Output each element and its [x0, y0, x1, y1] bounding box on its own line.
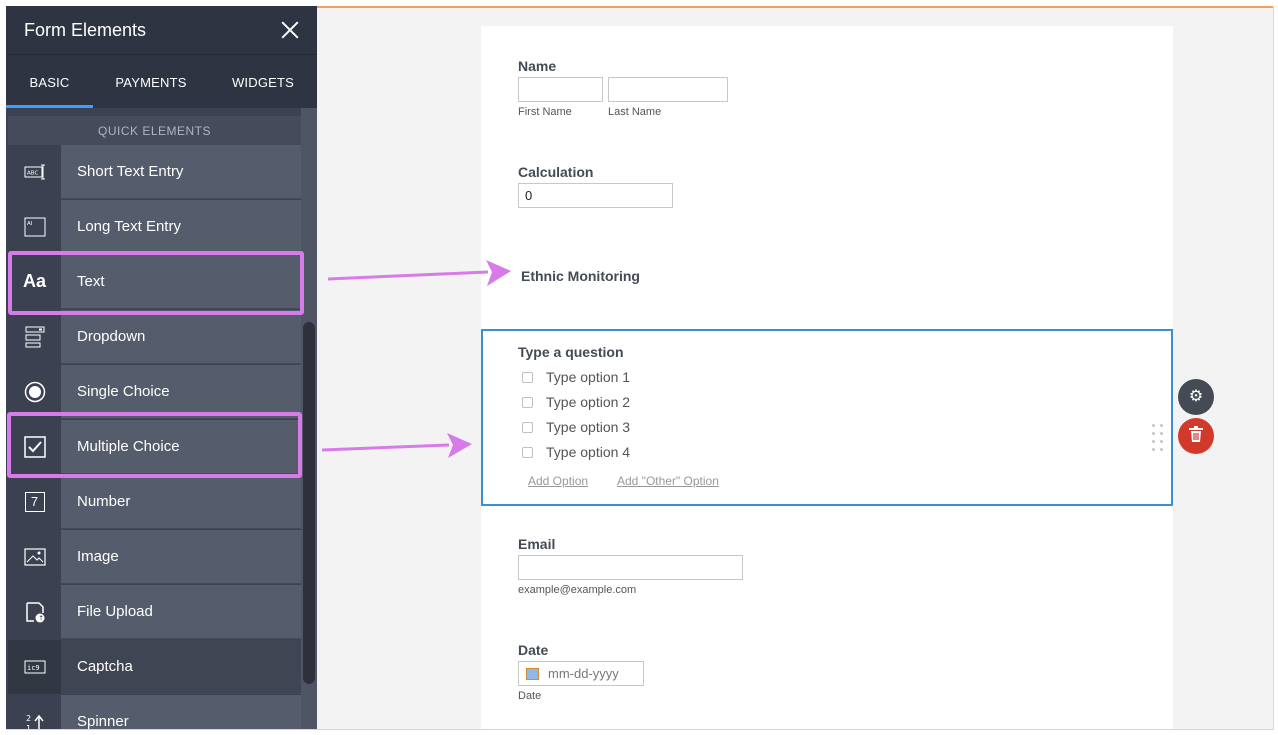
option-label: Type option 3 — [546, 419, 631, 435]
element-file-upload[interactable]: ↑ File Upload — [8, 584, 301, 639]
element-tabs: BASIC PAYMENTS WIDGETS — [6, 54, 317, 109]
checkbox[interactable] — [522, 421, 533, 433]
element-short-text-entry[interactable]: ABC Short Text Entry — [8, 144, 301, 199]
svg-text:2: 2 — [26, 714, 31, 723]
captcha-icon: ic9 — [8, 639, 61, 694]
checkbox[interactable] — [522, 446, 533, 458]
element-single-choice[interactable]: Single Choice — [8, 364, 301, 419]
checkbox-icon — [8, 419, 61, 474]
option-label: Type option 4 — [546, 444, 631, 460]
element-label: Short Text Entry — [77, 163, 184, 180]
question-label[interactable]: Type a question — [518, 344, 624, 360]
email-sublabel: example@example.com — [518, 584, 637, 596]
calculation-label: Calculation — [518, 164, 594, 180]
element-label: Text — [77, 273, 105, 290]
element-list: QUICK ELEMENTS ABC Short Text Entry AI L… — [6, 108, 317, 730]
long-text-icon: AI — [8, 199, 61, 254]
element-label: Image — [77, 548, 119, 565]
element-label: Spinner — [77, 713, 129, 730]
section-heading: Ethnic Monitoring — [521, 268, 640, 284]
add-other-option-link[interactable]: Add "Other" Option — [617, 474, 719, 488]
file-upload-icon: ↑ — [8, 584, 61, 639]
arrow-head-question — [447, 433, 472, 458]
tab-basic[interactable]: BASIC — [6, 55, 93, 109]
last-name-input[interactable] — [608, 77, 728, 102]
app-window: Form Elements BASIC PAYMENTS WIDGETS QUI… — [6, 6, 1274, 730]
trash-icon — [1189, 425, 1203, 447]
element-dropdown[interactable]: Dropdown — [8, 309, 301, 364]
form-canvas: Name First Name Last Name Calculation Et… — [481, 26, 1173, 730]
option-row[interactable]: Type option 3 — [522, 419, 630, 435]
option-row[interactable]: Type option 1 — [522, 369, 630, 385]
svg-text:1: 1 — [26, 724, 31, 731]
gear-icon: ⚙ — [1188, 388, 1204, 405]
delete-button[interactable] — [1178, 418, 1214, 454]
element-label: Number — [77, 493, 131, 510]
settings-button[interactable]: ⚙ — [1178, 379, 1214, 415]
element-label: Multiple Choice — [77, 438, 180, 455]
option-label: Type option 1 — [546, 369, 631, 385]
element-multiple-choice[interactable]: Multiple Choice — [8, 419, 301, 474]
element-spinner[interactable]: 21 Spinner — [8, 694, 301, 731]
calculation-input[interactable] — [518, 183, 673, 208]
checkbox[interactable] — [522, 396, 533, 408]
element-text[interactable]: Aa Text — [8, 254, 301, 309]
add-option-link[interactable]: Add Option — [528, 474, 588, 488]
spinner-icon: 21 — [8, 694, 61, 731]
top-accent-line — [317, 6, 1274, 8]
first-name-input[interactable] — [518, 77, 603, 102]
date-input[interactable]: mm-dd-yyyy — [518, 661, 644, 686]
number-icon: 7 — [8, 474, 61, 529]
element-label: File Upload — [77, 603, 153, 620]
date-sublabel: Date — [518, 690, 542, 702]
option-row[interactable]: Type option 2 — [522, 394, 630, 410]
element-label: Captcha — [77, 658, 133, 675]
svg-text:↑: ↑ — [38, 614, 44, 622]
element-label: Dropdown — [77, 328, 146, 345]
text-icon: Aa — [8, 254, 61, 309]
radio-icon — [8, 364, 61, 419]
svg-text:ABC: ABC — [27, 170, 38, 176]
drag-handle[interactable] — [1152, 424, 1164, 452]
element-label: Single Choice — [77, 383, 170, 400]
element-long-text-entry[interactable]: AI Long Text Entry — [8, 199, 301, 254]
calendar-icon[interactable] — [526, 667, 539, 680]
element-label: Long Text Entry — [77, 218, 181, 235]
form-elements-panel: Form Elements BASIC PAYMENTS WIDGETS QUI… — [6, 6, 317, 730]
dropdown-icon — [8, 309, 61, 364]
close-icon[interactable] — [279, 19, 301, 41]
selected-question-field[interactable]: Type a question Type option 1 Type optio… — [481, 329, 1173, 506]
quick-elements-label: QUICK ELEMENTS — [8, 116, 301, 145]
panel-title: Form Elements — [24, 19, 147, 40]
element-captcha[interactable]: ic9 Captcha — [8, 639, 301, 694]
email-label: Email — [518, 536, 556, 552]
image-icon — [8, 529, 61, 584]
tab-widgets[interactable]: WIDGETS — [209, 55, 317, 109]
svg-text:AI: AI — [27, 221, 33, 227]
element-image[interactable]: Image — [8, 529, 301, 584]
number-glyph: 7 — [24, 491, 45, 512]
option-label: Type option 2 — [546, 394, 631, 410]
scrollbar-thumb[interactable] — [303, 322, 315, 684]
first-name-sublabel: First Name — [518, 106, 572, 118]
arrow-to-heading — [327, 270, 489, 281]
date-label: Date — [518, 642, 549, 658]
panel-header: Form Elements — [6, 6, 317, 54]
svg-text:ic9: ic9 — [27, 664, 40, 672]
email-input[interactable] — [518, 555, 743, 580]
checkbox[interactable] — [522, 371, 533, 383]
short-text-icon: ABC — [8, 144, 61, 199]
arrow-to-question — [321, 443, 450, 452]
name-label: Name — [518, 58, 557, 74]
date-placeholder: mm-dd-yyyy — [548, 666, 619, 681]
option-row[interactable]: Type option 4 — [522, 444, 630, 460]
last-name-sublabel: Last Name — [608, 106, 662, 118]
tab-payments[interactable]: PAYMENTS — [93, 55, 209, 109]
element-number[interactable]: 7 Number — [8, 474, 301, 529]
